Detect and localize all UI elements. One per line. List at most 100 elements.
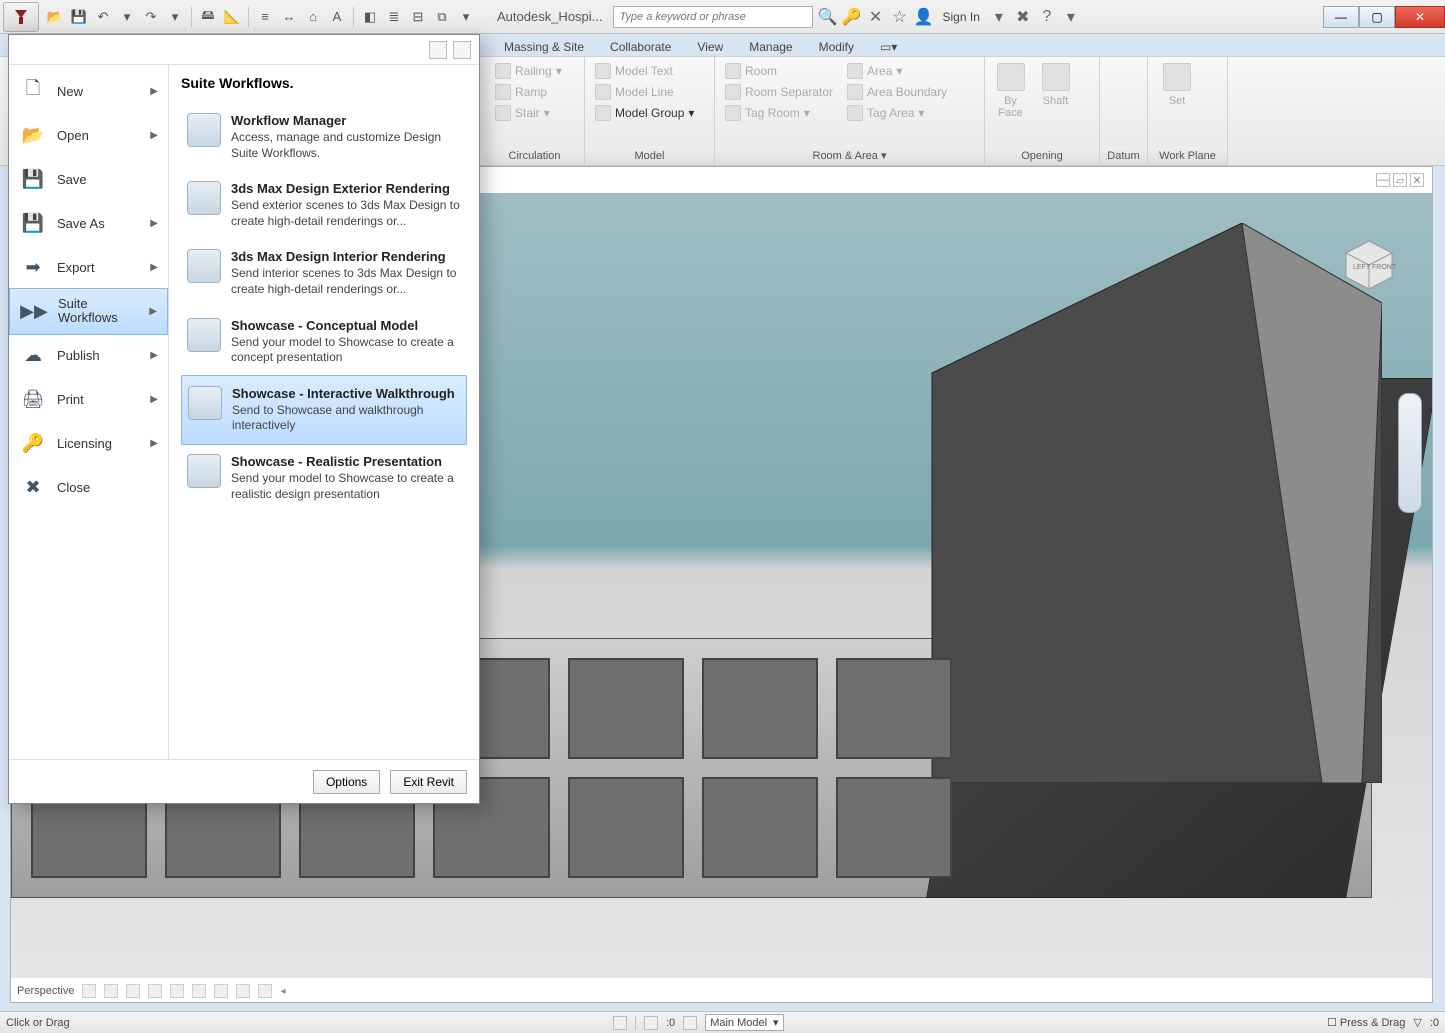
expand-icon[interactable]: ◂ (280, 986, 285, 997)
model-group-button[interactable]: Model Group ▾ (589, 103, 700, 123)
appmenu-publish[interactable]: ☁Publish▶ (9, 334, 168, 378)
person-icon[interactable]: 👤 (915, 8, 933, 26)
shaft-button[interactable]: Shaft (1034, 61, 1077, 109)
tab-manage[interactable]: Manage (745, 38, 796, 56)
appmenu-close[interactable]: ✖Close (9, 466, 168, 510)
main-model-combo[interactable]: Main Model▾ (705, 1014, 783, 1031)
ribbon-overflow-icon[interactable]: ▭▾ (876, 38, 901, 56)
lock-icon[interactable] (214, 984, 228, 998)
open-docs-icon[interactable] (453, 41, 471, 59)
dropdown-icon[interactable]: ▾ (990, 8, 1008, 26)
workflow-manager-item[interactable]: Workflow ManagerAccess, manage and custo… (181, 103, 467, 171)
text-icon[interactable]: A (326, 6, 348, 28)
recent-docs-icon[interactable] (429, 41, 447, 59)
tag-icon[interactable]: ⌂ (302, 6, 324, 28)
room-button[interactable]: Room (719, 61, 839, 81)
dimension-icon[interactable]: ↔ (278, 6, 300, 28)
rendering-icon[interactable] (148, 984, 162, 998)
set-button[interactable]: Set (1152, 61, 1202, 109)
key-icon[interactable]: 🔑 (843, 8, 861, 26)
print-icon[interactable]: 🖴 (197, 6, 219, 28)
vertical-icon[interactable] (1079, 78, 1095, 94)
worksets-icon[interactable] (613, 1016, 627, 1030)
tab-modify[interactable]: Modify (815, 38, 858, 56)
align-icon[interactable]: ≡ (254, 6, 276, 28)
3dsmax-interior-item[interactable]: 3ds Max Design Interior RenderingSend in… (181, 239, 467, 307)
railing-button[interactable]: Railing ▾ (489, 61, 568, 81)
dropdown-icon[interactable]: ▾ (164, 6, 186, 28)
shadows-icon[interactable] (126, 984, 140, 998)
sign-in-button[interactable]: Sign In (939, 10, 984, 24)
maximize-button[interactable]: ▢ (1359, 6, 1395, 28)
open-icon[interactable]: 📂 (44, 6, 66, 28)
crop-icon[interactable] (170, 984, 184, 998)
temporary-hide-icon[interactable] (236, 984, 250, 998)
visual-style-icon[interactable] (82, 984, 96, 998)
restore-view-icon[interactable]: ▱ (1393, 173, 1407, 187)
model-text-button[interactable]: Model Text (589, 61, 700, 81)
showcase-walkthrough-item[interactable]: Showcase - Interactive WalkthroughSend t… (181, 375, 467, 445)
exchange-apps-icon[interactable]: ✖ (1014, 8, 1032, 26)
exit-revit-button[interactable]: Exit Revit (390, 770, 467, 794)
close-hidden-icon[interactable]: ⊟ (407, 6, 429, 28)
tab-massing-site[interactable]: Massing & Site (500, 38, 588, 56)
navigation-bar[interactable] (1398, 393, 1422, 513)
options-button[interactable]: Options (313, 770, 380, 794)
showcase-realistic-item[interactable]: Showcase - Realistic PresentationSend yo… (181, 444, 467, 512)
search-icon[interactable]: 🔍 (819, 8, 837, 26)
thin-lines-icon[interactable]: ≣ (383, 6, 405, 28)
wall-icon[interactable] (1079, 61, 1095, 77)
3dsmax-exterior-item[interactable]: 3ds Max Design Exterior RenderingSend ex… (181, 171, 467, 239)
close-button[interactable]: ✕ (1395, 6, 1445, 28)
tag-area-button[interactable]: Tag Area ▾ (841, 103, 953, 123)
save-icon[interactable]: 💾 (68, 6, 90, 28)
star-icon[interactable]: ☆ (891, 8, 909, 26)
dormer-icon[interactable] (1079, 95, 1095, 111)
tab-collaborate[interactable]: Collaborate (606, 38, 675, 56)
minimize-button[interactable]: — (1323, 6, 1359, 28)
viewcube[interactable]: LEFT FRONT (1336, 233, 1402, 289)
sun-path-icon[interactable] (104, 984, 118, 998)
area-button[interactable]: Area ▾ (841, 61, 953, 81)
editable-only-icon[interactable] (683, 1016, 697, 1030)
showcase-conceptual-item[interactable]: Showcase - Conceptual ModelSend your mod… (181, 308, 467, 376)
design-options-icon[interactable] (644, 1016, 658, 1030)
appmenu-licensing[interactable]: 🔑Licensing▶ (9, 422, 168, 466)
default-view-icon[interactable]: ◧ (359, 6, 381, 28)
appmenu-new[interactable]: 🗋New▶ (9, 69, 168, 113)
appmenu-suite-workflows[interactable]: ▶▶Suite Workflows▶ (9, 288, 168, 335)
undo-icon[interactable]: ↶ (92, 6, 114, 28)
tab-view[interactable]: View (693, 38, 727, 56)
stair-button[interactable]: Stair ▾ (489, 103, 568, 123)
close-view-icon[interactable]: ✕ (1410, 173, 1424, 187)
minimize-view-icon[interactable]: — (1376, 173, 1390, 187)
app-menu-button[interactable] (3, 2, 39, 32)
appmenu-export[interactable]: ➡Export▶ (9, 245, 168, 289)
dropdown-icon[interactable]: ▾ (1062, 8, 1080, 26)
room-separator-button[interactable]: Room Separator (719, 82, 839, 102)
appmenu-save[interactable]: 💾Save (9, 157, 168, 201)
model-line-button[interactable]: Model Line (589, 82, 700, 102)
area-boundary-button[interactable]: Area Boundary (841, 82, 953, 102)
press-drag-toggle[interactable]: ☐ Press & Drag (1327, 1016, 1405, 1029)
infocenter-search-input[interactable] (613, 6, 813, 28)
appmenu-save-as[interactable]: 💾Save As▶ (9, 201, 168, 245)
ramp-button[interactable]: Ramp (489, 82, 568, 102)
tag-room-button[interactable]: Tag Room ▾ (719, 103, 839, 123)
measure-icon[interactable]: 📐 (221, 6, 243, 28)
reveal-icon[interactable] (258, 984, 272, 998)
view-window-controls: — ▱ ✕ (1376, 173, 1424, 187)
panel-label[interactable]: Room & Area ▾ (715, 146, 984, 165)
filter-icon[interactable]: ▽ (1413, 1016, 1421, 1029)
customize-icon[interactable]: ▾ (455, 6, 477, 28)
appmenu-open[interactable]: 📂Open▶ (9, 113, 168, 157)
switch-windows-icon[interactable]: ⧉ (431, 6, 453, 28)
exchange-icon[interactable]: ✕ (867, 8, 885, 26)
suite-workflows-icon: ▶▶ (20, 297, 48, 325)
by-face-button[interactable]: By Face (989, 61, 1032, 121)
dropdown-icon[interactable]: ▾ (116, 6, 138, 28)
help-icon[interactable]: ? (1038, 8, 1056, 26)
appmenu-print[interactable]: 🖨Print▶ (9, 378, 168, 422)
crop-region-icon[interactable] (192, 984, 206, 998)
redo-icon[interactable]: ↷ (140, 6, 162, 28)
